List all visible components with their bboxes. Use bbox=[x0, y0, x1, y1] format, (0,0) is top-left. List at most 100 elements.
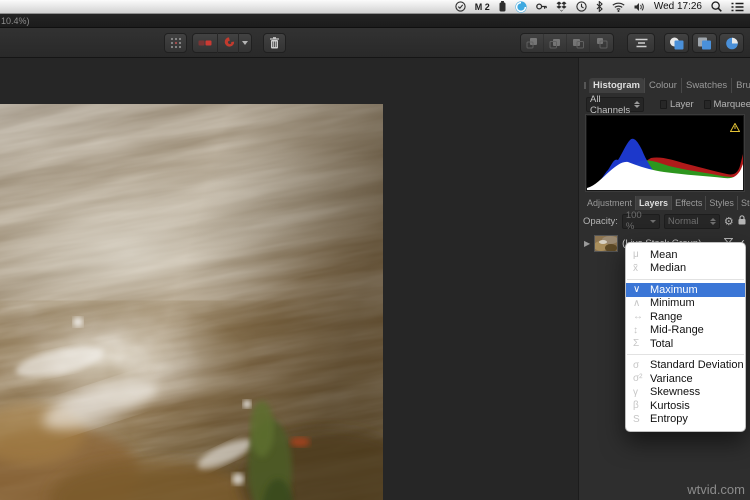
menu-item-label: Mid-Range bbox=[650, 324, 704, 337]
menu-item-variance[interactable]: σ² Variance bbox=[626, 372, 745, 386]
stack-button[interactable] bbox=[193, 33, 219, 53]
histogram-controls: All Channels Layer Marquee bbox=[579, 94, 750, 116]
move-forward-button[interactable] bbox=[544, 33, 567, 53]
menu-item-label: Total bbox=[650, 337, 674, 350]
document-canvas[interactable] bbox=[0, 58, 578, 500]
volume-icon[interactable] bbox=[634, 1, 645, 12]
variance-symbol-icon: σ² bbox=[633, 373, 643, 385]
layer-checkbox[interactable] bbox=[660, 100, 667, 109]
blue-app-icon[interactable] bbox=[515, 0, 527, 13]
expander-triangle-icon[interactable]: ▶ bbox=[584, 239, 590, 248]
opacity-label: Opacity: bbox=[583, 215, 618, 227]
chevron-down-icon bbox=[242, 41, 249, 45]
stack-operator-menu: μ Mean x̃ Median ∨ Maximum ∧ Minimum ↔ R… bbox=[625, 242, 746, 432]
tab-histogram[interactable]: Histogram bbox=[589, 78, 644, 93]
menu-item-label: Kurtosis bbox=[650, 399, 690, 412]
menu-item-label: Range bbox=[650, 310, 683, 323]
wifi-icon[interactable] bbox=[612, 1, 625, 12]
stepper-icon bbox=[706, 217, 716, 225]
kurtosis-symbol-icon: β bbox=[633, 400, 639, 412]
warning-icon[interactable] bbox=[729, 119, 741, 137]
magnet-icon bbox=[224, 36, 234, 47]
dropbox-icon[interactable] bbox=[556, 1, 567, 12]
grid-icon bbox=[170, 37, 181, 49]
minimum-symbol-icon: ∧ bbox=[633, 297, 641, 309]
app-toolbar bbox=[0, 28, 750, 58]
move-to-back-button[interactable] bbox=[590, 33, 613, 53]
tab-layers[interactable]: Layers bbox=[635, 195, 672, 210]
menubar-clock[interactable]: Wed 17:26 bbox=[654, 1, 702, 12]
tab-swatches[interactable]: Swatches bbox=[680, 78, 731, 93]
boolean-add-icon bbox=[670, 37, 684, 49]
marquee-checkbox[interactable] bbox=[703, 100, 711, 109]
range-symbol-icon: ↔ bbox=[633, 311, 643, 323]
tab-stock[interactable]: Stock bbox=[736, 195, 750, 210]
menu-separator bbox=[627, 278, 744, 280]
snapping-button[interactable] bbox=[218, 33, 240, 53]
key-icon[interactable] bbox=[535, 1, 547, 12]
menu-separator bbox=[627, 354, 744, 355]
lock-icon[interactable] bbox=[738, 214, 746, 228]
bluetooth-icon[interactable] bbox=[596, 1, 603, 12]
layers-tabbar: Adjustment Layers Effects Styles Stock bbox=[579, 195, 750, 210]
layer-thumbnail[interactable] bbox=[594, 234, 619, 252]
menu-item-label: Minimum bbox=[650, 297, 695, 310]
blend-mode-select[interactable]: Normal bbox=[663, 213, 720, 229]
blend-mode-value: Normal bbox=[667, 215, 699, 227]
menu-item-mid-range[interactable]: ↕ Mid-Range bbox=[626, 324, 745, 338]
layer-settings-gear-icon[interactable]: ⚙ bbox=[724, 215, 734, 228]
keyboard-layout-item[interactable]: M 2 bbox=[475, 2, 490, 12]
boolean-divide-icon bbox=[725, 37, 738, 49]
macos-menubar: M 2 Wed 17:26 bbox=[0, 0, 750, 14]
menu-item-mean[interactable]: μ Mean bbox=[626, 248, 745, 262]
grid-button[interactable] bbox=[164, 33, 187, 53]
maximum-symbol-icon: ∨ bbox=[633, 284, 641, 296]
marquee-checkbox-label: Marquee bbox=[713, 99, 750, 110]
stepper-icon bbox=[630, 101, 641, 108]
delete-button[interactable] bbox=[263, 33, 286, 53]
channel-select[interactable]: All Channels bbox=[586, 94, 645, 116]
boolean-subtract-icon bbox=[698, 37, 711, 49]
battery-icon[interactable] bbox=[499, 1, 506, 12]
snapping-group bbox=[192, 33, 252, 53]
boolean-add-button[interactable] bbox=[664, 33, 689, 53]
menu-item-maximum[interactable]: ∨ Maximum bbox=[626, 283, 745, 297]
move-backward-button[interactable] bbox=[567, 33, 590, 53]
opacity-select[interactable]: 100 % bbox=[621, 210, 660, 232]
tab-effects[interactable]: Effects bbox=[671, 195, 705, 210]
chevron-down-icon bbox=[649, 219, 656, 223]
snapping-dropdown-button[interactable] bbox=[239, 33, 251, 53]
menu-item-total[interactable]: Σ Total bbox=[626, 337, 745, 351]
sync-check-icon[interactable] bbox=[455, 1, 466, 12]
tab-adjustment[interactable]: Adjustment bbox=[584, 196, 635, 210]
tab-colour[interactable]: Colour bbox=[643, 78, 681, 93]
opacity-row: Opacity: 100 % Normal ⚙ bbox=[579, 210, 750, 232]
menu-item-minimum[interactable]: ∧ Minimum bbox=[626, 297, 745, 311]
boolean-divide-button[interactable] bbox=[719, 33, 744, 53]
mean-symbol-icon: μ bbox=[633, 249, 639, 261]
menu-item-skewness[interactable]: γ Skewness bbox=[626, 386, 745, 400]
boolean-subtract-button[interactable] bbox=[692, 33, 717, 53]
opacity-value: 100 % bbox=[625, 210, 642, 232]
alignment-button[interactable] bbox=[627, 33, 655, 53]
menu-item-standard-deviation[interactable]: σ Standard Deviation bbox=[626, 359, 745, 373]
menu-item-kurtosis[interactable]: β Kurtosis bbox=[626, 399, 745, 413]
panel-collapse-icon[interactable] bbox=[584, 82, 586, 89]
menu-item-range[interactable]: ↔ Range bbox=[626, 310, 745, 324]
tab-brushes[interactable]: Brushes bbox=[731, 78, 750, 93]
move-to-front-button[interactable] bbox=[521, 33, 544, 53]
menu-item-label: Maximum bbox=[650, 283, 698, 296]
time-machine-icon[interactable] bbox=[576, 1, 587, 12]
tab-styles[interactable]: Styles bbox=[705, 195, 737, 210]
notification-center-icon[interactable] bbox=[731, 1, 744, 12]
move-to-front-icon bbox=[526, 38, 537, 49]
skewness-symbol-icon: γ bbox=[633, 386, 638, 398]
menu-item-median[interactable]: x̃ Median bbox=[626, 262, 745, 276]
photo-image[interactable] bbox=[0, 104, 383, 500]
alignment-icon bbox=[635, 38, 647, 48]
spotlight-icon[interactable] bbox=[711, 1, 722, 12]
window-titlebar: 10.4%) bbox=[0, 14, 750, 28]
move-forward-icon bbox=[549, 39, 560, 49]
layer-checkbox-label: Layer bbox=[669, 99, 694, 110]
menu-item-entropy[interactable]: S Entropy bbox=[626, 413, 745, 427]
